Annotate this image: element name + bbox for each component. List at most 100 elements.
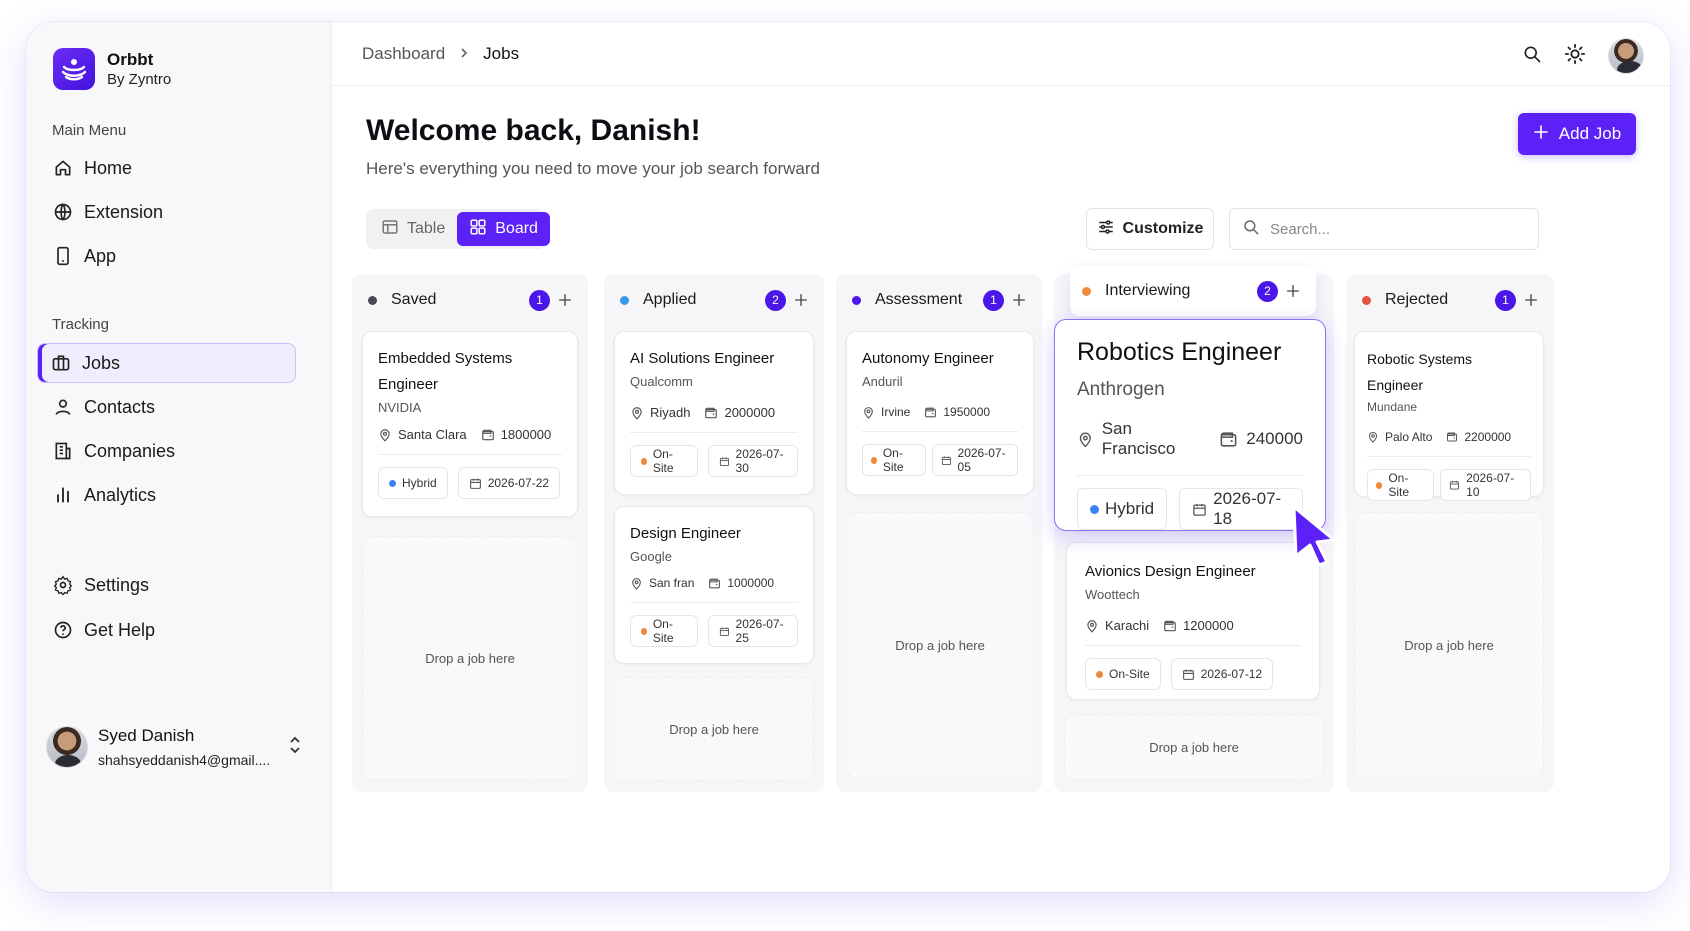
sidebar-item-analytics[interactable]: Analytics [40,475,296,515]
app-window: Orbbt By Zyntro Main Menu Home Extension… [26,22,1670,892]
user-icon [52,396,74,418]
help-icon [52,619,74,641]
sidebar-item-settings[interactable]: Settings [40,565,296,605]
brand[interactable]: Orbbt By Zyntro [53,48,171,90]
table-view-button[interactable]: Table [369,212,457,246]
search-icon[interactable] [1522,44,1542,69]
drop-zone[interactable]: Drop a job here [1064,714,1324,780]
column-saved: Saved 1 Embedded Systems Engineer NVIDIA… [352,274,588,792]
sidebar-item-label: Get Help [84,619,156,640]
user-profile[interactable]: Syed Danish shahsyeddanish4@gmail.... [46,726,302,768]
customize-label: Customize [1122,220,1204,237]
phone-icon [52,245,74,267]
page-title: Welcome back, Danish! [366,114,701,147]
location-pin-icon [1085,619,1099,633]
sidebar-item-extension[interactable]: Extension [40,192,296,232]
board-view-button[interactable]: Board [457,212,550,246]
job-salary: 2200000 [1464,430,1512,444]
job-location: San Francisco [1101,419,1176,458]
drop-zone[interactable]: Drop a job here [846,512,1034,778]
column-title: Rejected [1385,291,1449,308]
column-title: Saved [391,291,437,308]
add-job-button[interactable]: Add Job [1518,113,1636,155]
job-card[interactable]: Design Engineer Google San fran 1000000 … [614,506,814,664]
column-count-badge: 1 [529,289,550,311]
sidebar-item-companies[interactable]: Companies [40,431,296,471]
column-assessment: Assessment 1 Autonomy Engineer Anduril I… [836,274,1042,792]
job-card[interactable]: AI Solutions Engineer Qualcomm Riyadh 20… [614,331,814,495]
job-location: Irvine [881,405,911,419]
job-card[interactable]: Avionics Design Engineer Woottech Karach… [1066,542,1320,700]
location-pin-icon [378,428,392,442]
job-company: Qualcomm [630,374,693,389]
calendar-icon [1449,479,1460,491]
customize-button[interactable]: Customize [1086,208,1214,250]
job-company: Google [630,549,672,564]
breadcrumb-jobs: Jobs [483,44,520,63]
plus-icon[interactable] [1516,292,1546,308]
sidebar-item-home[interactable]: Home [40,148,296,188]
chevron-up-down-icon[interactable] [288,735,302,760]
status-dot [620,295,629,305]
sidebar-item-contacts[interactable]: Contacts [40,387,296,427]
column-applied: Applied 2 AI Solutions Engineer Qualcomm… [604,274,824,792]
plus-icon[interactable] [1278,283,1308,299]
drop-zone[interactable]: Drop a job here [1354,512,1544,778]
sidebar-item-label: Companies [84,440,176,461]
drop-zone[interactable]: Drop a job here [362,536,578,780]
add-job-label: Add Job [1558,124,1622,143]
main-menu-label: Main Menu [52,122,127,139]
sidebar-item-label: Contacts [84,396,156,417]
search-input[interactable] [1270,220,1510,238]
calendar-icon [719,455,730,468]
wallet-icon [924,406,937,419]
plus-icon[interactable] [1004,292,1034,308]
sun-icon[interactable] [1564,43,1586,70]
view-toggle: Table Board [366,209,550,249]
breadcrumb-dashboard[interactable]: Dashboard [362,44,445,64]
location-pin-icon [862,406,875,419]
drop-zone[interactable]: Drop a job here [614,677,814,781]
avatar [46,726,88,768]
breadcrumb: Dashboard Jobs [362,44,519,64]
orbbt-logo-icon [53,48,95,90]
column-count-badge: 1 [1495,289,1516,311]
calendar-icon [1182,668,1195,681]
job-company: Anthrogen [1077,379,1165,400]
job-salary: 1200000 [1183,618,1234,633]
date-badge: 2026-07-30 [707,445,798,477]
job-card[interactable]: Robotic Systems Engineer Mundane Palo Al… [1354,331,1544,501]
avatar[interactable] [1608,38,1644,74]
plus-icon[interactable] [550,292,580,308]
top-bar: Dashboard Jobs [332,22,1670,86]
user-name: Syed Danish [98,726,195,745]
sliders-icon [1097,218,1115,241]
sidebar-item-get-help[interactable]: Get Help [40,610,296,650]
job-salary: 240000 [1246,429,1303,448]
date-badge: 2026-07-25 [707,615,798,647]
job-salary: 1800000 [500,427,552,442]
job-title: Robotics Engineer [1077,338,1282,366]
job-title: AI Solutions Engineer [630,350,775,367]
status-dot [1082,286,1091,296]
status-dot [852,295,861,305]
sidebar-item-label: Settings [84,574,150,595]
job-title: Embedded Systems Engineer [378,350,513,393]
main-content: Dashboard Jobs Welcome back, Danish! Her… [332,22,1670,892]
board-view-label: Board [495,220,538,237]
column-count-badge: 1 [983,289,1004,311]
job-card[interactable]: Embedded Systems Engineer NVIDIA Santa C… [362,331,578,517]
plus-icon [1533,124,1549,145]
sidebar-item-jobs[interactable]: Jobs [37,343,296,383]
column-title: Applied [643,291,697,308]
calendar-icon [469,477,482,490]
sidebar-item-app[interactable]: App [40,236,296,276]
job-card[interactable]: Autonomy Engineer Anduril Irvine 1950000… [846,331,1034,495]
job-title: Autonomy Engineer [862,350,994,367]
column-count-badge: 2 [1257,280,1278,302]
job-company: Woottech [1085,587,1140,602]
mouse-cursor-icon [1290,504,1340,571]
job-card-dragging[interactable]: Robotics Engineer Anthrogen San Francisc… [1054,319,1326,531]
work-mode-badge: On-Site [630,445,698,477]
plus-icon[interactable] [786,292,816,308]
